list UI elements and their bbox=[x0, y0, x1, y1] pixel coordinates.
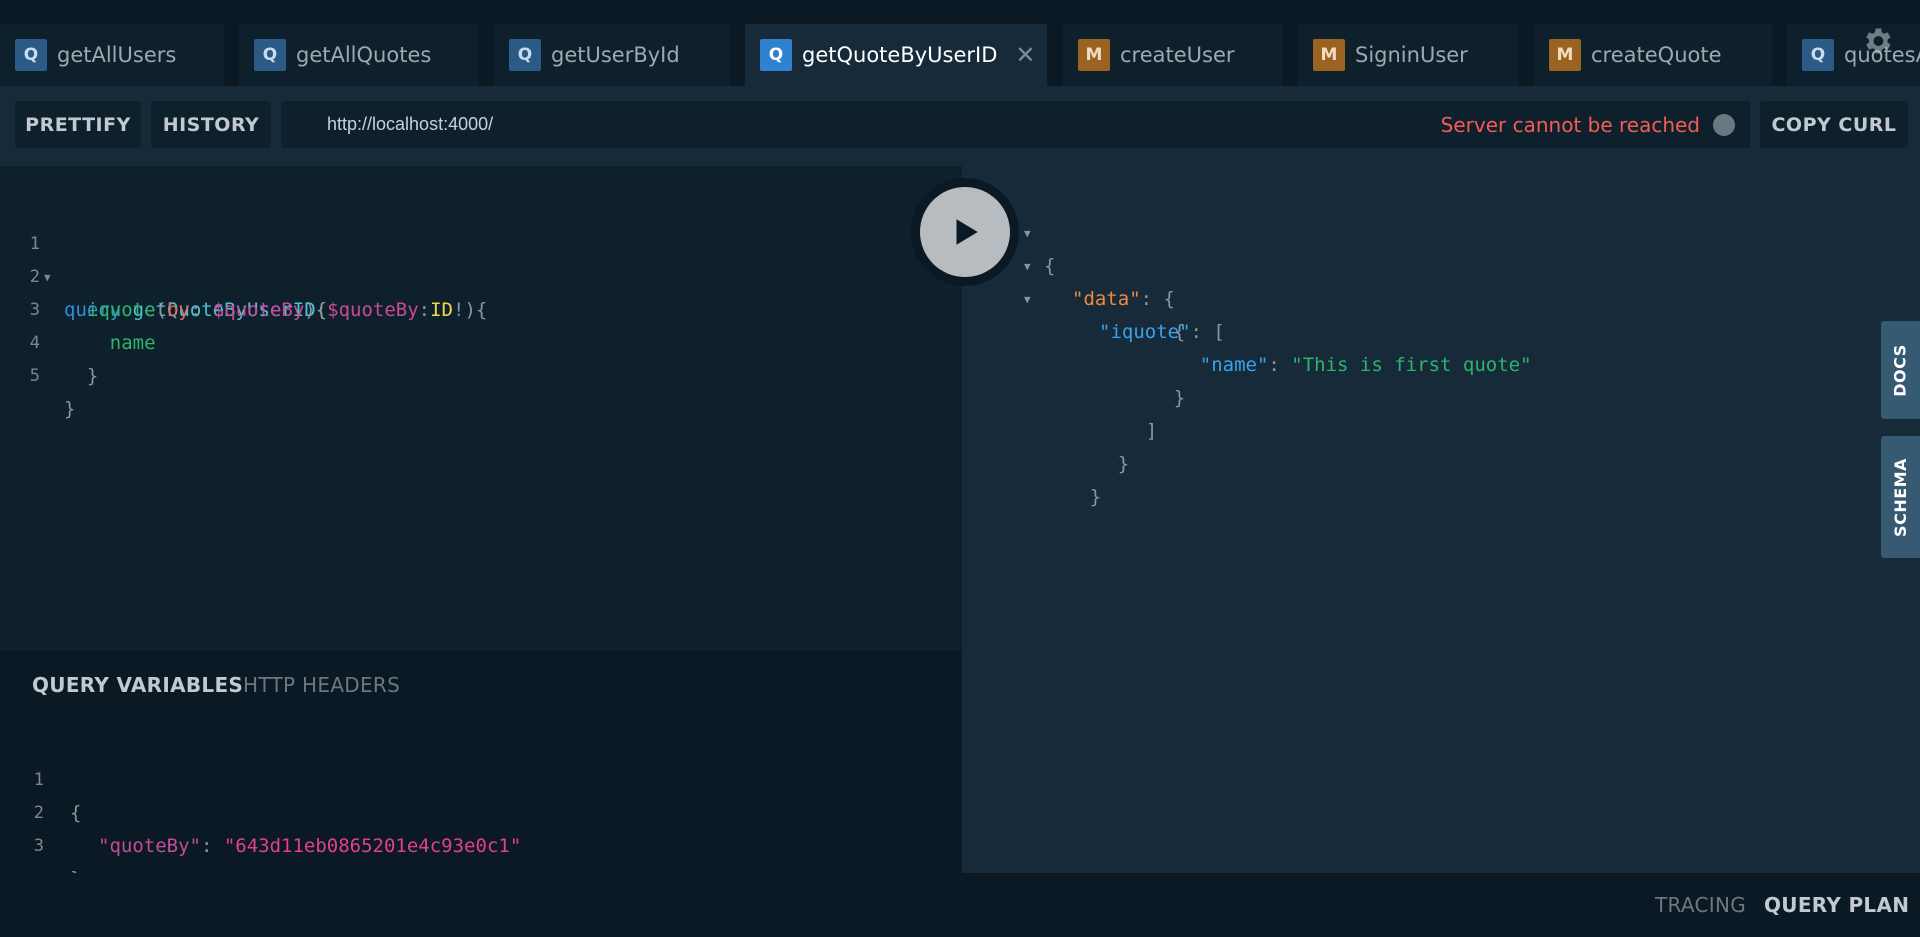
run-query-button[interactable] bbox=[911, 178, 1019, 286]
query-badge: Q bbox=[760, 39, 792, 71]
tab-quotes[interactable]: Q quotesA bbox=[1787, 24, 1920, 86]
type-name: ID bbox=[430, 299, 453, 321]
endpoint-bar: Server cannot be reached bbox=[281, 101, 1750, 148]
tab-label: getAllQuotes bbox=[296, 43, 432, 67]
punctuation: } bbox=[1117, 453, 1130, 475]
gear-icon[interactable] bbox=[1860, 24, 1894, 58]
play-icon bbox=[956, 219, 978, 245]
server-status-text: Server cannot be reached bbox=[1440, 113, 1700, 137]
close-icon[interactable]: ✕ bbox=[1015, 41, 1035, 69]
tab-getallusers[interactable]: Q getAllUsers bbox=[0, 24, 224, 86]
tab-label: SigninUser bbox=[1355, 43, 1468, 67]
schema-tab-label: SCHEMA bbox=[1891, 457, 1911, 537]
variable: $quoteBy bbox=[212, 299, 305, 321]
schema-tab[interactable]: SCHEMA bbox=[1881, 436, 1920, 558]
argument-name: by bbox=[166, 299, 190, 321]
result-line: ] bbox=[1100, 382, 1157, 442]
punctuation: ] bbox=[1145, 420, 1158, 442]
line-number: 5 bbox=[29, 366, 40, 386]
code-line: 3 } bbox=[0, 797, 82, 890]
tab-query-variables[interactable]: QUERY VARIABLES bbox=[32, 673, 243, 697]
result-line: { bbox=[1128, 283, 1185, 343]
mutation-badge: M bbox=[1078, 39, 1110, 71]
tab-getallquotes[interactable]: Q getAllQuotes bbox=[239, 24, 478, 86]
tab-bar: Q getAllUsers Q getAllQuotes Q getUserBy… bbox=[0, 0, 1920, 86]
punctuation: { bbox=[70, 802, 82, 824]
result-line: } bbox=[1072, 415, 1129, 475]
docs-tab-label: DOCS bbox=[1891, 343, 1911, 397]
tab-label: getQuoteByUserID bbox=[802, 43, 998, 67]
history-button[interactable]: HISTORY bbox=[151, 101, 271, 148]
result-line: } bbox=[1128, 349, 1185, 409]
toolbar: PRETTIFY HISTORY Server cannot be reache… bbox=[0, 86, 1920, 166]
docs-tab[interactable]: DOCS bbox=[1881, 321, 1920, 419]
punctuation: } bbox=[1089, 486, 1102, 508]
punctuation: ){ bbox=[304, 299, 328, 321]
json-string-value: "643d11eb0865201e4c93e0c1" bbox=[223, 835, 522, 857]
tab-label: createQuote bbox=[1591, 43, 1722, 67]
variable: $quoteBy bbox=[327, 299, 419, 321]
punctuation: : bbox=[189, 299, 213, 321]
punctuation: } bbox=[86, 365, 99, 387]
result-line: } bbox=[1044, 448, 1101, 508]
field-name: name bbox=[109, 332, 156, 354]
tracing-tab[interactable]: TRACING bbox=[1655, 893, 1746, 917]
tab-http-headers[interactable]: HTTP HEADERS bbox=[243, 673, 400, 697]
punctuation: ( bbox=[155, 299, 167, 321]
query-badge: Q bbox=[15, 39, 47, 71]
json-string-value: "This is first quote" bbox=[1291, 354, 1532, 376]
fold-arrow-icon[interactable]: ▼ bbox=[1024, 217, 1031, 250]
tab-label: getUserById bbox=[551, 43, 680, 67]
footer: TRACING QUERY PLAN bbox=[0, 873, 1920, 937]
code-line: 2 "quoteBy": "643d11eb0865201e4c93e0c1" bbox=[0, 764, 522, 857]
punctuation: } bbox=[1173, 387, 1186, 409]
punctuation: : bbox=[200, 835, 224, 857]
punctuation: : bbox=[418, 299, 431, 321]
query-badge: Q bbox=[1802, 39, 1834, 71]
code-line: 5 } bbox=[0, 327, 76, 420]
tab-createquote[interactable]: M createQuote bbox=[1534, 24, 1772, 86]
query-badge: Q bbox=[509, 39, 541, 71]
copy-curl-button[interactable]: COPY CURL bbox=[1760, 101, 1908, 148]
endpoint-url-input[interactable] bbox=[327, 101, 1127, 148]
mutation-badge: M bbox=[1549, 39, 1581, 71]
fold-arrow-icon[interactable]: ▼ bbox=[1024, 283, 1031, 316]
prettify-button[interactable]: PRETTIFY bbox=[15, 101, 141, 148]
punctuation: : bbox=[1268, 354, 1292, 376]
punctuation: !){ bbox=[453, 299, 488, 321]
mutation-badge: M bbox=[1313, 39, 1345, 71]
json-key: "quoteBy" bbox=[98, 835, 201, 857]
query-editor[interactable]: 1 ▼ query getQuoteByUserID($quoteBy:ID!)… bbox=[0, 166, 962, 651]
fold-arrow-icon[interactable]: ▼ bbox=[1024, 250, 1031, 283]
code-line: 4 } bbox=[0, 294, 99, 387]
json-key: "name" bbox=[1199, 354, 1269, 376]
query-plan-tab[interactable]: QUERY PLAN bbox=[1764, 893, 1909, 917]
field-name: iquote bbox=[86, 299, 156, 321]
variables-panel: QUERY VARIABLES HTTP HEADERS 1 { 2 "quot… bbox=[0, 651, 962, 890]
tab-label: createUser bbox=[1120, 43, 1235, 67]
query-badge: Q bbox=[254, 39, 286, 71]
tab-label: getAllUsers bbox=[57, 43, 177, 67]
tab-createuser[interactable]: M createUser bbox=[1063, 24, 1283, 86]
tab-getquotebyuserid[interactable]: Q getQuoteByUserID ✕ bbox=[745, 24, 1047, 86]
result-pane: ▼ { ▼ "data": { ▼ "iquote": [ { "name": … bbox=[962, 166, 1920, 873]
code-line: 1 { bbox=[0, 731, 82, 824]
punctuation: } bbox=[64, 398, 76, 420]
code-line: 3 name bbox=[0, 261, 156, 354]
code-line: 2 iquote(by: $quoteBy){ bbox=[0, 228, 327, 321]
line-number: 3 bbox=[33, 836, 44, 856]
play-button-face bbox=[920, 187, 1010, 277]
tab-signinuser[interactable]: M SigninUser bbox=[1298, 24, 1518, 86]
server-status-indicator bbox=[1713, 114, 1735, 136]
code-line: 1 ▼ query getQuoteByUserID($quoteBy:ID!)… bbox=[0, 195, 488, 321]
result-line: "name": "This is first quote" bbox=[1154, 316, 1532, 376]
tab-getuserbyid[interactable]: Q getUserById bbox=[494, 24, 730, 86]
punctuation: { bbox=[1044, 255, 1056, 277]
